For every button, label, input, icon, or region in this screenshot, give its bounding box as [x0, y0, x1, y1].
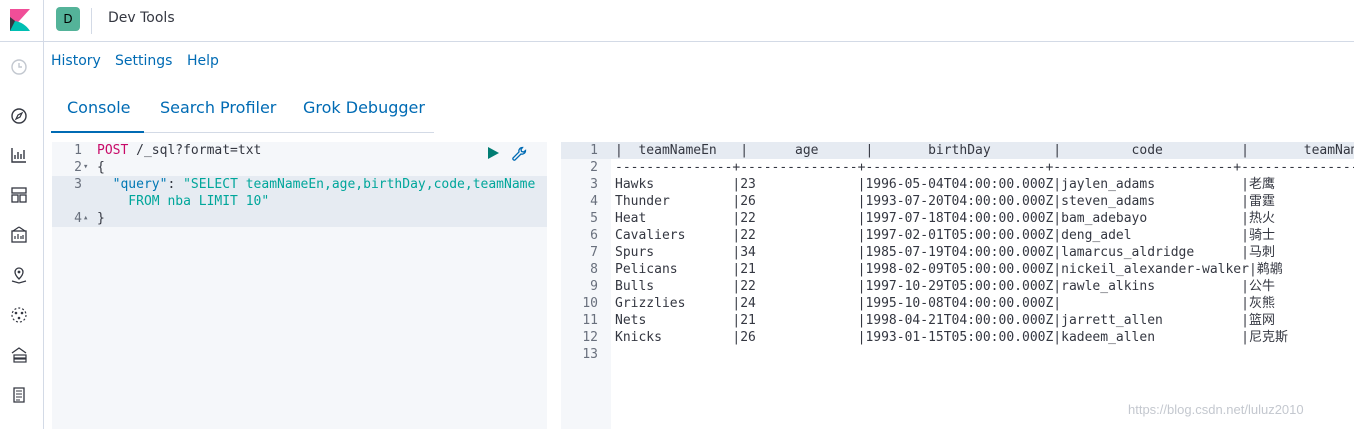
result-row: Hawks |23 |1996-05-04T04:00:00.000Z|jayl…: [615, 177, 1275, 192]
result-row: Bulls |22 |1997-10-29T05:00:00.000Z|rawl…: [615, 279, 1275, 294]
result-row: Grizzlies |24 |1995-10-08T04:00:00.000Z|…: [615, 296, 1275, 311]
output-line-number: 3: [590, 177, 598, 192]
watermark-text: https://blog.csdn.net/luluz2010: [1128, 402, 1304, 417]
editor-line-number: 2: [74, 160, 82, 175]
output-line-number: 6: [590, 228, 598, 243]
request-path: /_sql?format=txt: [128, 143, 262, 158]
wrench-icon[interactable]: [510, 145, 528, 163]
result-row: Cavaliers |22 |1997-02-01T05:00:00.000Z|…: [615, 228, 1275, 243]
editor-line-number: 1: [74, 143, 82, 158]
maps-icon[interactable]: [9, 265, 29, 285]
output-line-number: 1: [590, 143, 598, 158]
http-method: POST: [97, 143, 129, 158]
discover-icon[interactable]: [9, 106, 29, 126]
clock-icon[interactable]: [9, 57, 29, 77]
output-line-number: 7: [590, 245, 598, 260]
side-nav: [0, 42, 44, 429]
result-row: Heat |22 |1997-07-18T04:00:00.000Z|bam_a…: [615, 211, 1275, 226]
visualize-icon[interactable]: [9, 145, 29, 165]
close-brace: }: [97, 211, 105, 226]
request-line-3: "query": "SELECT teamNameEn,age,birthDay…: [97, 176, 536, 193]
json-colon: :: [167, 177, 184, 192]
history-link[interactable]: History: [51, 53, 101, 69]
editor-line-number: 4: [74, 211, 82, 226]
request-line-3-wrap: FROM nba LIMIT 10": [97, 193, 269, 210]
json-key: "query": [112, 177, 168, 192]
response-output[interactable]: 1 | teamNameEn | age | birthDay | code | …: [561, 142, 1354, 429]
ml-icon[interactable]: [9, 305, 29, 325]
canvas-icon[interactable]: [9, 225, 29, 245]
request-line-1: POST /_sql?format=txt: [97, 142, 261, 159]
app-title: Dev Tools: [108, 10, 175, 26]
settings-link[interactable]: Settings: [115, 53, 172, 69]
output-line-number: 11: [582, 313, 598, 328]
infrastructure-icon[interactable]: [9, 345, 29, 365]
help-link[interactable]: Help: [187, 53, 219, 69]
output-line-number: 9: [590, 279, 598, 294]
result-row: Thunder |26 |1993-07-20T04:00:00.000Z|st…: [615, 194, 1275, 209]
fold-toggle-icon[interactable]: ▴: [83, 210, 93, 227]
header-divider: [91, 8, 92, 34]
active-tab-indicator: [51, 131, 144, 133]
tab-grok-debugger[interactable]: Grok Debugger: [303, 98, 425, 117]
output-line-number: 12: [582, 330, 598, 345]
output-line-number: 2: [590, 160, 598, 175]
top-header: D Dev Tools: [0, 0, 1354, 42]
result-row: Knicks |26 |1993-01-15T05:00:00.000Z|kad…: [615, 330, 1288, 345]
request-editor[interactable]: 1 2 3 4 ▾ ▴ POST /_sql?format=txt { "que…: [52, 142, 547, 429]
logs-icon[interactable]: [9, 385, 29, 405]
tab-console[interactable]: Console: [67, 98, 131, 117]
fold-toggle-icon[interactable]: ▾: [83, 159, 93, 176]
result-row: Spurs |34 |1985-07-19T04:00:00.000Z|lama…: [615, 245, 1275, 260]
json-string: "SELECT teamNameEn,age,birthDay,code,tea…: [183, 177, 536, 192]
kibana-logo-icon[interactable]: [10, 9, 30, 31]
output-line-number: 4: [590, 194, 598, 209]
result-row: Nets |21 |1998-04-21T04:00:00.000Z|jarre…: [615, 313, 1275, 328]
request-line-2: {: [97, 159, 105, 176]
editor-line-number: 3: [74, 177, 82, 192]
request-line-4: }: [97, 210, 105, 227]
result-header-row: | teamNameEn | age | birthDay | code | t…: [615, 143, 1354, 158]
logo-cell[interactable]: [0, 0, 44, 42]
dashboard-icon[interactable]: [9, 185, 29, 205]
tab-search-profiler[interactable]: Search Profiler: [160, 98, 276, 117]
output-line-number: 8: [590, 262, 598, 277]
open-brace: {: [97, 160, 105, 175]
output-line-number: 13: [582, 347, 598, 362]
result-separator-row: ---------------+---------------+--------…: [615, 160, 1354, 175]
json-string-continued: FROM nba LIMIT 10": [97, 194, 270, 209]
output-line-number: 5: [590, 211, 598, 226]
devtools-tabs: Console Search Profiler Grok Debugger: [51, 88, 434, 133]
space-avatar[interactable]: D: [56, 7, 80, 31]
result-row: Pelicans |21 |1998-02-09T05:00:00.000Z|n…: [615, 262, 1283, 277]
output-line-number: 10: [582, 296, 598, 311]
pane-resizer[interactable]: [547, 142, 561, 429]
run-request-icon[interactable]: [485, 145, 501, 161]
